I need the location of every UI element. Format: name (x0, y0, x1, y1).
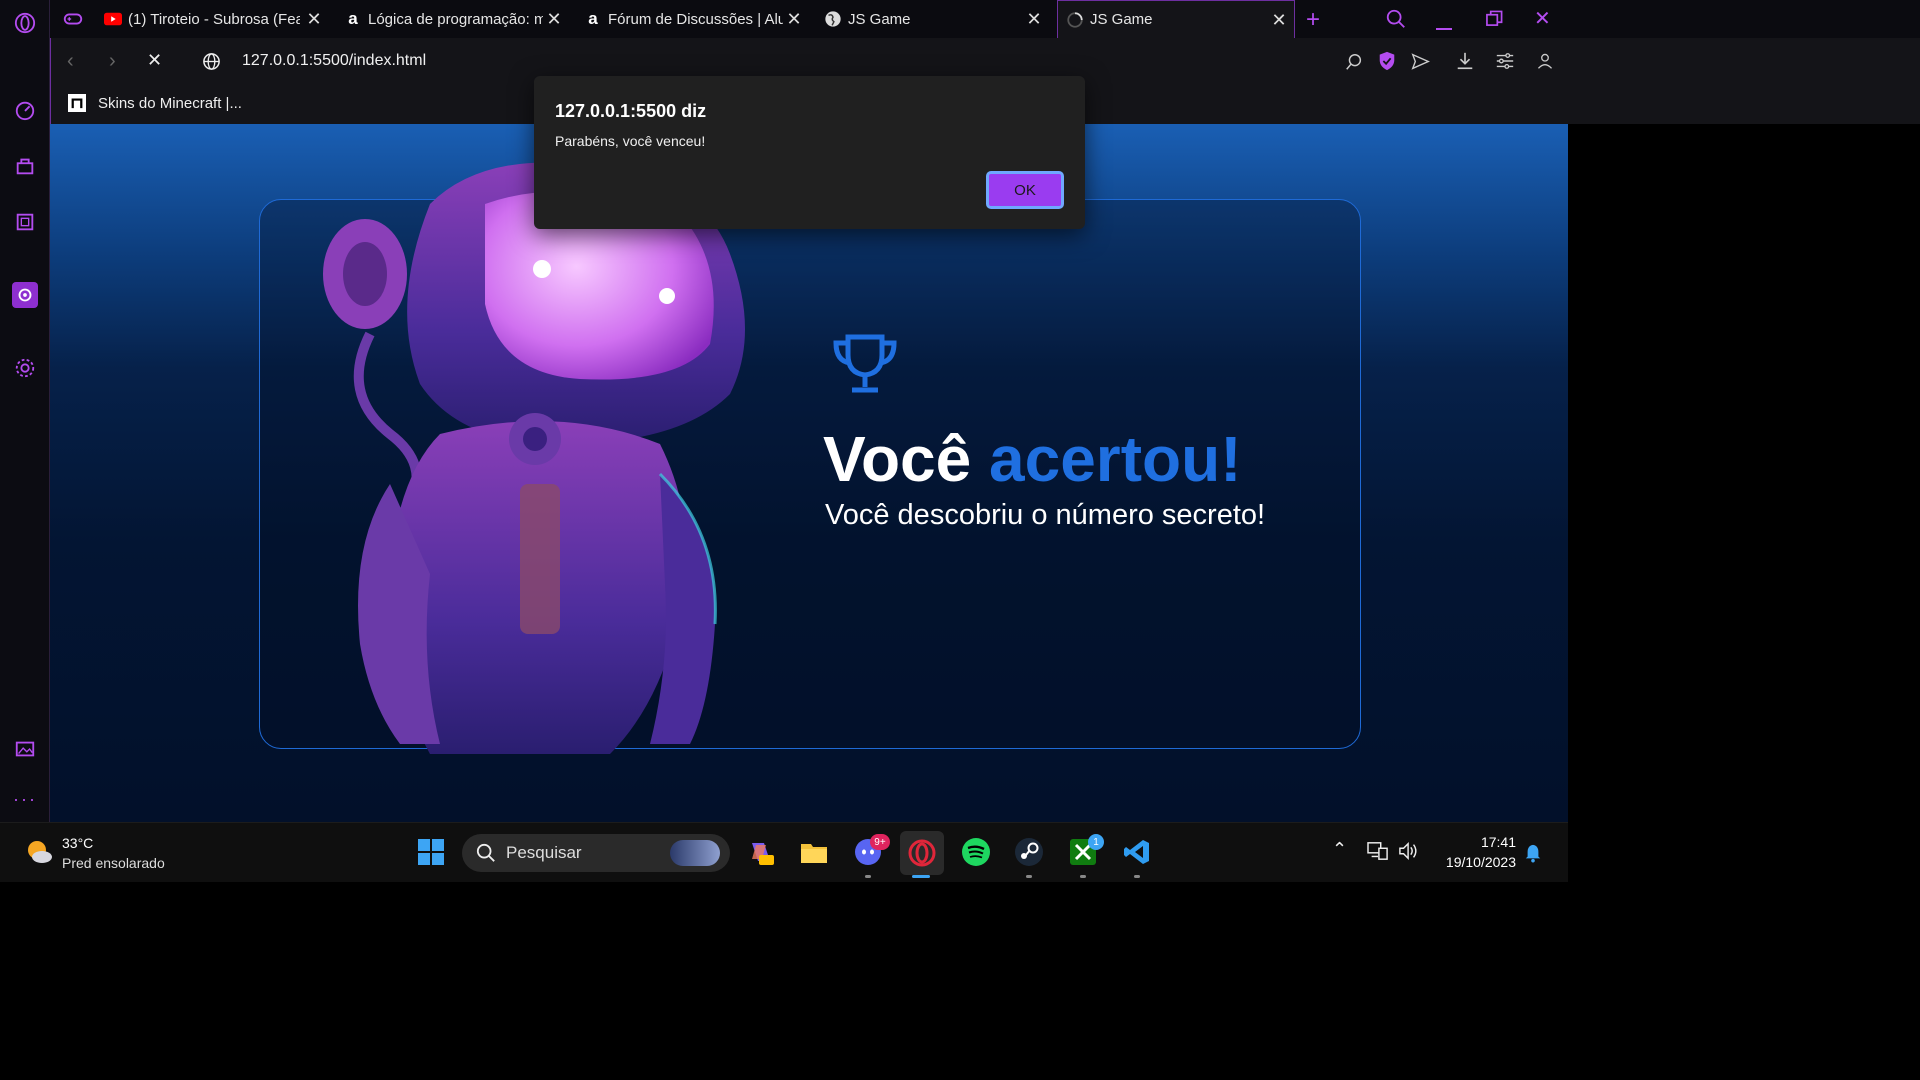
close-window-icon[interactable]: ✕ (1534, 6, 1551, 31)
send-icon[interactable] (1411, 52, 1430, 76)
alura-icon: a (348, 9, 358, 28)
url-field[interactable]: 127.0.0.1:5500/index.html (242, 52, 426, 70)
running-indicator (1026, 875, 1032, 878)
search-highlight-icon (670, 840, 720, 866)
search-tabs-icon[interactable] (1385, 8, 1407, 35)
back-icon[interactable]: ‹ (67, 50, 74, 73)
close-tab-icon[interactable]: ✕ (785, 10, 803, 28)
tab-label: Fórum de Discussões | Alur (608, 10, 783, 28)
taskbar-search[interactable]: Pesquisar (462, 834, 730, 872)
tab-youtube[interactable]: (1) Tiroteio - Subrosa (Feat ✕ (104, 0, 329, 38)
opera-gx-taskbar-icon[interactable] (900, 831, 944, 875)
discord-notification-badge: 9+ (870, 834, 890, 850)
heading-text: Você (823, 423, 972, 495)
result-heading: Você acertou! (823, 422, 1242, 496)
more-options-icon[interactable]: ··· (12, 786, 38, 812)
gx-corner-icon[interactable] (12, 153, 38, 179)
tab-js-game[interactable]: JS Game ✕ (824, 0, 1049, 38)
copilot-icon[interactable] (744, 835, 778, 869)
search-icon (476, 843, 496, 863)
spotify-icon[interactable] (959, 835, 993, 869)
page-search-icon[interactable] (1344, 52, 1364, 77)
close-tab-icon[interactable]: ✕ (1025, 10, 1043, 28)
settings-gear-icon[interactable] (12, 355, 38, 381)
weather-temp[interactable]: 33°C (62, 835, 93, 851)
tab-label: JS Game (848, 10, 911, 28)
tab-js-game-active[interactable]: JS Game ✕ (1057, 0, 1295, 38)
dialog-title: 127.0.0.1:5500 diz (555, 101, 707, 121)
gamepad-icon[interactable] (60, 6, 86, 32)
globe-icon (824, 10, 842, 28)
stop-loading-icon[interactable]: ✕ (147, 50, 162, 71)
dialog-ok-button[interactable]: OK (986, 171, 1064, 209)
running-indicator (865, 875, 871, 878)
vscode-icon[interactable] (1120, 835, 1154, 869)
clock-date[interactable]: 19/10/2023 (1438, 854, 1516, 870)
trophy-icon (833, 334, 897, 393)
easy-setup-icon[interactable] (1495, 51, 1515, 76)
close-tab-icon[interactable]: ✕ (305, 10, 323, 28)
alert-dialog: 127.0.0.1:5500 diz Parabéns, você venceu… (534, 76, 1085, 229)
close-tab-icon[interactable]: ✕ (545, 10, 563, 28)
chatgpt-icon[interactable] (12, 282, 38, 308)
gx-control-icon[interactable] (12, 97, 38, 123)
dialog-message: Parabéns, você venceu! (555, 133, 706, 149)
namemc-icon (68, 94, 86, 112)
minimize-window-icon[interactable] (1436, 8, 1452, 30)
search-placeholder: Pesquisar (506, 843, 582, 862)
weather-sun-icon[interactable] (24, 837, 54, 872)
file-explorer-icon[interactable] (797, 835, 831, 869)
active-indicator (912, 875, 930, 878)
tab-label: JS Game (1090, 11, 1153, 28)
windows-taskbar: 33°C Pred ensolarado Pesquisar 9+ 1 ⌃ 17… (0, 822, 1568, 882)
new-tab-icon[interactable]: + (1306, 6, 1320, 34)
clock-time[interactable]: 17:41 (1438, 834, 1516, 850)
alura-icon: a (588, 9, 598, 28)
tab-alura-forum[interactable]: a Fórum de Discussões | Alur ✕ (584, 0, 809, 38)
weather-desc[interactable]: Pred ensolarado (62, 855, 165, 871)
site-info-globe-icon[interactable] (202, 52, 221, 76)
network-icon[interactable] (1367, 841, 1389, 866)
tab-label: Lógica de programação: m (368, 10, 543, 28)
astronaut-illustration (323, 162, 745, 754)
gallery-icon[interactable] (12, 736, 38, 762)
tab-bar: (1) Tiroteio - Subrosa (Feat ✕ a Lógica … (50, 0, 1920, 38)
loading-spinner-icon (1066, 11, 1084, 29)
restore-window-icon[interactable] (1486, 10, 1503, 32)
tab-label: (1) Tiroteio - Subrosa (Feat (128, 10, 300, 28)
profile-icon[interactable] (1536, 52, 1554, 75)
browser-sidebar: ··· (0, 0, 50, 822)
volume-icon[interactable] (1398, 841, 1420, 866)
opera-logo-icon[interactable] (12, 10, 38, 36)
running-indicator (1134, 875, 1140, 878)
bookmark-skins-minecraft[interactable]: Skins do Minecraft |... (68, 94, 242, 112)
xbox-notification-badge: 1 (1088, 834, 1104, 850)
heading-accent-text: acertou! (989, 423, 1242, 495)
downloads-icon[interactable] (1455, 51, 1475, 76)
running-indicator (1080, 875, 1086, 878)
bookmark-label: Skins do Minecraft |... (98, 94, 242, 112)
youtube-icon (104, 10, 122, 28)
close-tab-icon[interactable]: ✕ (1270, 11, 1288, 29)
windows-start-icon[interactable] (414, 835, 448, 869)
tab-alura-logica[interactable]: a Lógica de programação: m ✕ (344, 0, 569, 38)
vpn-shield-icon[interactable] (1377, 51, 1397, 76)
show-hidden-icons-icon[interactable]: ⌃ (1332, 839, 1347, 860)
steam-icon[interactable] (1012, 835, 1046, 869)
notification-bell-icon[interactable] (1524, 843, 1542, 868)
result-subtitle: Você descobriu o número secreto! (825, 499, 1266, 531)
forward-icon[interactable]: › (109, 50, 116, 73)
hardware-icon[interactable] (12, 209, 38, 235)
